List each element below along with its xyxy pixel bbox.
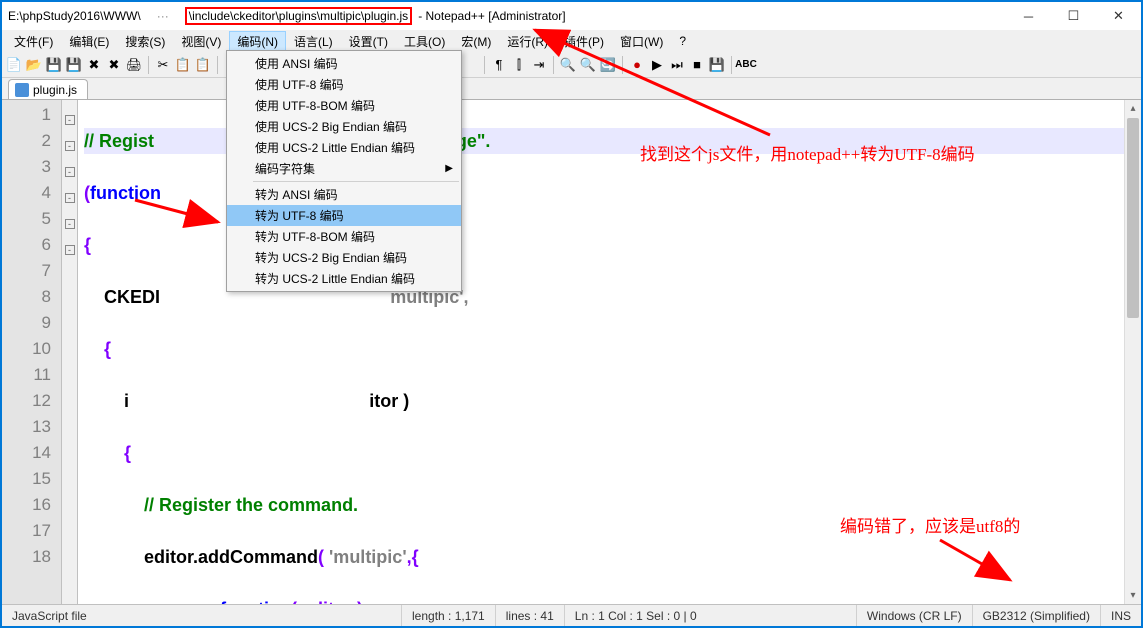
scroll-down-icon[interactable]: ▾ — [1125, 587, 1141, 604]
save-macro-icon[interactable]: 💾 — [709, 57, 725, 73]
menu-file[interactable]: 文件(F) — [6, 31, 61, 52]
close-button[interactable]: ✕ — [1096, 2, 1141, 30]
file-icon — [15, 83, 29, 97]
print-icon[interactable]: 🖨 — [126, 57, 142, 73]
menu-tools[interactable]: 工具(O) — [396, 31, 453, 52]
status-lines: lines : 41 — [496, 605, 565, 626]
titlebar: E:\phpStudy2016\WWW\ ··· \include\ckedit… — [2, 2, 1141, 30]
menu-run[interactable]: 运行(R) — [499, 31, 556, 52]
save-all-icon[interactable]: 💾 — [66, 57, 82, 73]
menu-encoding[interactable]: 编码(N) — [229, 31, 286, 52]
play-icon[interactable]: ▶ — [649, 57, 665, 73]
sync-icon[interactable]: 🔄 — [600, 57, 616, 73]
indent-icon[interactable]: ⇥ — [531, 57, 547, 73]
menu-charset[interactable]: 编码字符集▶ — [227, 158, 461, 179]
submenu-arrow-icon: ▶ — [445, 163, 453, 174]
maximize-button[interactable]: ☐ — [1051, 2, 1096, 30]
zoom-in-icon[interactable]: 🔍 — [560, 57, 576, 73]
tabbar: plugin.js — [2, 78, 1141, 100]
menu-search[interactable]: 搜索(S) — [117, 31, 173, 52]
paste-icon[interactable]: 📋 — [195, 57, 211, 73]
menu-edit[interactable]: 编辑(E) — [61, 31, 117, 52]
menu-macro[interactable]: 宏(M) — [453, 31, 499, 52]
line-number-gutter: 123 456 789 101112 131415 161718 — [2, 100, 62, 604]
status-eol: Windows (CR LF) — [857, 605, 973, 626]
menu-use-ansi[interactable]: 使用 ANSI 编码 — [227, 53, 461, 74]
title-path-highlighted: \include\ckeditor\plugins\multipic\plugi… — [185, 7, 412, 25]
status-encoding: GB2312 (Simplified) — [973, 605, 1101, 626]
status-language: JavaScript file — [2, 605, 402, 626]
menubar: 文件(F) 编辑(E) 搜索(S) 视图(V) 编码(N) 语言(L) 设置(T… — [2, 30, 1141, 52]
menu-use-ucs2-le[interactable]: 使用 UCS-2 Little Endian 编码 — [227, 137, 461, 158]
copy-icon[interactable]: 📋 — [175, 57, 191, 73]
menu-use-utf8-bom[interactable]: 使用 UTF-8-BOM 编码 — [227, 95, 461, 116]
title-app: - Notepad++ [Administrator] — [418, 9, 565, 23]
tab-label: plugin.js — [33, 83, 77, 97]
save-icon[interactable]: 💾 — [46, 57, 62, 73]
encoding-dropdown: 使用 ANSI 编码 使用 UTF-8 编码 使用 UTF-8-BOM 编码 使… — [226, 50, 462, 292]
menu-plugins[interactable]: 插件(P) — [556, 31, 612, 52]
open-file-icon[interactable]: 📂 — [26, 57, 42, 73]
menu-convert-ucs2-be[interactable]: 转为 UCS-2 Big Endian 编码 — [227, 247, 461, 268]
status-length: length : 1,171 — [402, 605, 496, 626]
spellcheck-icon[interactable]: ABC — [738, 57, 754, 73]
menu-convert-ucs2-le[interactable]: 转为 UCS-2 Little Endian 编码 — [227, 268, 461, 289]
wordwrap-icon[interactable]: ¶ — [491, 57, 507, 73]
close-all-icon[interactable]: ✖ — [106, 57, 122, 73]
status-ins: INS — [1101, 605, 1141, 626]
title-path-start: E:\phpStudy2016\WWW\ — [8, 9, 141, 23]
zoom-out-icon[interactable]: 🔍 — [580, 57, 596, 73]
menu-convert-utf8-bom[interactable]: 转为 UTF-8-BOM 编码 — [227, 226, 461, 247]
close-file-icon[interactable]: ✖ — [86, 57, 102, 73]
annotation-bottom: 编码错了，应该是utf8的 — [840, 512, 1020, 537]
menu-language[interactable]: 语言(L) — [286, 31, 341, 52]
menu-settings[interactable]: 设置(T) — [341, 31, 396, 52]
toolbar: 📄 📂 💾 💾 ✖ ✖ 🖨 ✂ 📋 📋 ↶ ↷ ¶ ⫿ ⇥ 🔍 🔍 🔄 ● ▶ … — [2, 52, 1141, 78]
tab-plugin-js[interactable]: plugin.js — [8, 79, 88, 99]
menu-view[interactable]: 视图(V) — [173, 31, 229, 52]
menu-convert-utf8[interactable]: 转为 UTF-8 编码 — [227, 205, 461, 226]
play-multi-icon[interactable]: ⏭ — [669, 57, 685, 73]
scroll-thumb[interactable] — [1127, 118, 1139, 318]
menu-convert-ansi[interactable]: 转为 ANSI 编码 — [227, 184, 461, 205]
cut-icon[interactable]: ✂ — [155, 57, 171, 73]
new-file-icon[interactable]: 📄 — [6, 57, 22, 73]
fold-gutter: - -- - - - — [62, 100, 78, 604]
menu-help[interactable]: ? — [671, 32, 694, 50]
record-icon[interactable]: ● — [629, 57, 645, 73]
menu-window[interactable]: 窗口(W) — [612, 31, 671, 52]
menu-use-ucs2-be[interactable]: 使用 UCS-2 Big Endian 编码 — [227, 116, 461, 137]
statusbar: JavaScript file length : 1,171 lines : 4… — [2, 604, 1141, 626]
stop-icon[interactable]: ■ — [689, 57, 705, 73]
status-position: Ln : 1 Col : 1 Sel : 0 | 0 — [565, 605, 857, 626]
minimize-button[interactable]: ─ — [1006, 2, 1051, 30]
annotation-top: 找到这个js文件，用notepad++转为UTF-8编码 — [640, 140, 975, 165]
scroll-up-icon[interactable]: ▴ — [1125, 100, 1141, 117]
vertical-scrollbar[interactable]: ▴ ▾ — [1124, 100, 1141, 604]
menu-use-utf8[interactable]: 使用 UTF-8 编码 — [227, 74, 461, 95]
show-chars-icon[interactable]: ⫿ — [511, 57, 527, 73]
